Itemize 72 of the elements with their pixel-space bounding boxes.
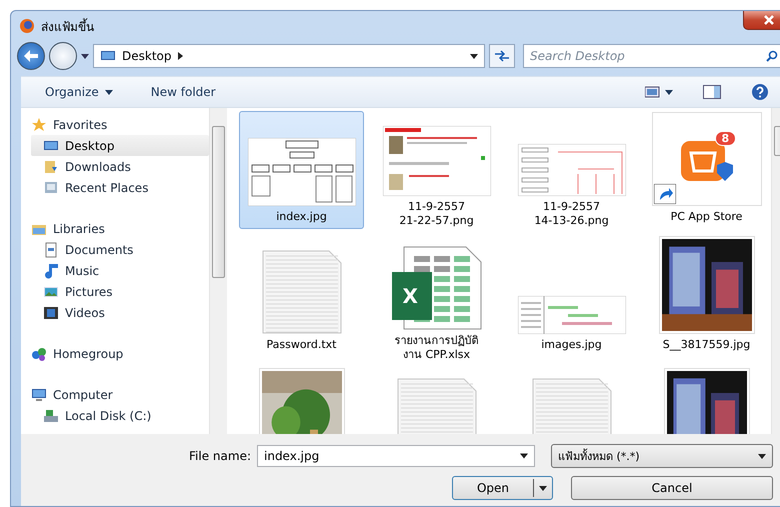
file-name-field[interactable]: index.jpg — [257, 445, 535, 467]
dropdown-caret-icon — [758, 454, 766, 458]
disk-drive-icon — [43, 408, 59, 424]
open-button[interactable]: Open — [452, 476, 553, 500]
browser-logo-icon — [19, 18, 35, 34]
file-name: 11-9-2557 — [408, 200, 465, 214]
file-item[interactable]: Password.txt — [239, 239, 364, 357]
music-note-icon — [43, 262, 59, 278]
sidebar-item[interactable]: Local Disk (C:) — [31, 405, 209, 426]
file-item[interactable]: index.jpg — [239, 111, 364, 229]
file-name: Password.txt — [266, 338, 336, 352]
dropdown-caret-icon — [539, 486, 547, 490]
cancel-button[interactable]: Cancel — [571, 476, 773, 500]
sidebar-item[interactable]: Computer — [31, 384, 209, 405]
file-name-label: File name: — [189, 449, 251, 463]
homegroup-icon — [31, 346, 47, 362]
file-item[interactable]: 11-9-2557 21-22-57.png — [374, 111, 499, 229]
shortcut-arrow-icon — [654, 184, 676, 204]
sidebar-item[interactable]: Music — [31, 260, 209, 281]
forward-button[interactable] — [49, 42, 77, 70]
sidebar-item[interactable]: Favorites — [31, 114, 209, 135]
preview-pane-icon[interactable] — [703, 85, 721, 99]
refresh-button[interactable] — [489, 44, 515, 68]
sidebar-item[interactable]: Pictures — [31, 281, 209, 302]
recent-places-icon — [43, 180, 59, 196]
help-icon[interactable] — [751, 83, 769, 101]
folder-download-icon — [43, 158, 59, 174]
location-label: Desktop — [122, 49, 172, 63]
back-button[interactable] — [17, 42, 45, 70]
chevron-icon — [178, 52, 182, 60]
refresh-arrows-icon — [494, 50, 510, 62]
spreadsheet-file-icon — [392, 246, 482, 330]
dropdown-caret-icon — [470, 54, 478, 58]
star-icon — [31, 116, 47, 132]
close-icon — [764, 15, 774, 25]
document-icon — [43, 242, 59, 258]
file-item[interactable]: 11-9-2557 14-13-26.png — [509, 111, 634, 229]
file-name: รายงานการปฏิบัติ — [394, 334, 478, 348]
new-folder-button[interactable]: New folder — [146, 83, 220, 101]
back-arrow-icon — [24, 50, 38, 62]
sidebar-scrollbar[interactable] — [209, 108, 227, 434]
caret-icon — [104, 90, 113, 94]
window-title: ส่งแฟ้มขึ้น — [41, 17, 94, 36]
sidebar-item[interactable]: Recent Places — [31, 177, 209, 198]
address-bar[interactable]: Desktop — [93, 44, 485, 68]
dropdown-caret-icon — [520, 454, 528, 458]
text-file-icon — [262, 250, 342, 334]
file-name: 21-22-57.png — [399, 214, 474, 228]
sidebar-item[interactable]: Libraries — [31, 218, 209, 239]
computer-icon — [31, 386, 47, 402]
search-field[interactable]: Search Desktop — [523, 44, 780, 68]
sidebar-item[interactable]: Homegroup — [31, 343, 209, 364]
excel-letter: X — [402, 284, 418, 308]
file-name: 11-9-2557 — [543, 200, 600, 214]
search-icon — [766, 50, 778, 62]
file-name: PC App Store — [670, 210, 742, 224]
file-type-dropdown[interactable]: แฟ้มทั้งหมด (*.*) — [551, 444, 773, 468]
notification-badge: 8 — [714, 131, 736, 146]
file-name: 14-13-26.png — [534, 214, 609, 228]
sidebar-item[interactable]: Desktop — [31, 135, 209, 156]
file-name: images.jpg — [541, 338, 602, 352]
file-item[interactable]: 8 PC App Store — [644, 111, 769, 229]
file-name: index.jpg — [276, 210, 327, 224]
organize-menu[interactable]: Organize — [41, 83, 117, 101]
file-name: S__3817559.jpg — [662, 338, 750, 352]
film-icon — [43, 304, 59, 320]
sidebar-item[interactable]: Documents — [31, 239, 209, 260]
file-item[interactable]: images.jpg — [509, 239, 634, 357]
history-caret-icon — [81, 54, 89, 58]
sidebar-item[interactable]: Videos — [31, 302, 209, 323]
view-icon[interactable] — [645, 86, 673, 98]
sidebar-item[interactable]: Downloads — [31, 156, 209, 177]
